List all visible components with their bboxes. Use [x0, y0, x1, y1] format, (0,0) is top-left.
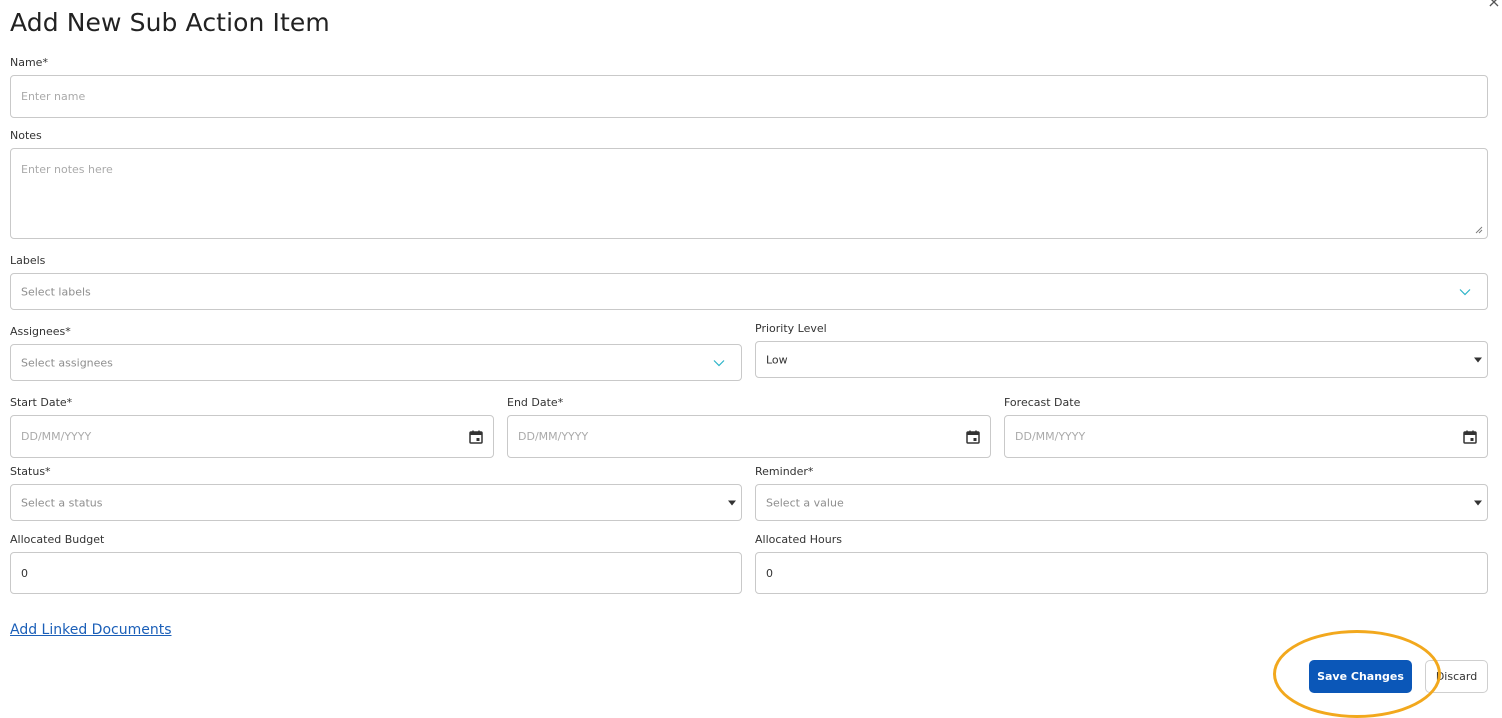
caret-down-icon[interactable]: [728, 500, 736, 505]
end-date-input[interactable]: [508, 416, 990, 457]
caret-down-icon[interactable]: [1474, 500, 1482, 505]
end-date-label: End Date*: [507, 396, 564, 409]
start-date-label: Start Date*: [10, 396, 73, 409]
status-label: Status*: [10, 465, 51, 478]
calendar-icon[interactable]: [468, 429, 484, 445]
labels-select[interactable]: Select labels: [10, 273, 1488, 310]
dialog-title: Add New Sub Action Item: [10, 8, 330, 37]
labels-label: Labels: [10, 254, 46, 267]
allocated-budget-input[interactable]: [11, 553, 741, 593]
name-input[interactable]: [11, 76, 1487, 117]
chevron-down-icon[interactable]: [713, 359, 725, 367]
notes-textarea[interactable]: [11, 149, 1487, 238]
notes-field-container: [10, 148, 1488, 239]
allocated-hours-label: Allocated Hours: [755, 533, 842, 546]
resize-grip-icon[interactable]: [1475, 226, 1483, 234]
allocated-budget-label: Allocated Budget: [10, 533, 105, 546]
chevron-down-icon[interactable]: [1459, 288, 1471, 296]
priority-level-label: Priority Level: [755, 322, 827, 335]
assignees-select[interactable]: Select assignees: [10, 344, 742, 381]
assignees-label: Assignees*: [10, 325, 71, 338]
forecast-date-label: Forecast Date: [1004, 396, 1081, 409]
notes-label: Notes: [10, 129, 42, 142]
priority-level-value: Low: [766, 353, 788, 366]
allocated-budget-container: [10, 552, 742, 594]
allocated-hours-container: [755, 552, 1488, 594]
end-date-container: [507, 415, 991, 458]
start-date-input[interactable]: [11, 416, 493, 457]
name-field-container: [10, 75, 1488, 118]
reminder-select[interactable]: Select a value: [755, 484, 1488, 521]
forecast-date-input[interactable]: [1005, 416, 1487, 457]
calendar-icon[interactable]: [1462, 429, 1478, 445]
caret-down-icon[interactable]: [1474, 357, 1482, 362]
save-changes-button[interactable]: Save Changes: [1309, 660, 1412, 693]
status-select[interactable]: Select a status: [10, 484, 742, 521]
assignees-placeholder: Select assignees: [21, 356, 113, 369]
forecast-date-container: [1004, 415, 1488, 458]
priority-level-select[interactable]: Low: [755, 341, 1488, 378]
reminder-placeholder: Select a value: [766, 496, 844, 509]
close-icon[interactable]: ×: [1486, 0, 1502, 10]
status-placeholder: Select a status: [21, 496, 103, 509]
add-linked-documents-link[interactable]: Add Linked Documents: [10, 622, 172, 638]
allocated-hours-input[interactable]: [756, 553, 1487, 593]
discard-button[interactable]: Discard: [1425, 660, 1488, 693]
start-date-container: [10, 415, 494, 458]
reminder-label: Reminder*: [755, 465, 814, 478]
labels-placeholder: Select labels: [21, 285, 91, 298]
name-label: Name*: [10, 56, 48, 69]
calendar-icon[interactable]: [965, 429, 981, 445]
